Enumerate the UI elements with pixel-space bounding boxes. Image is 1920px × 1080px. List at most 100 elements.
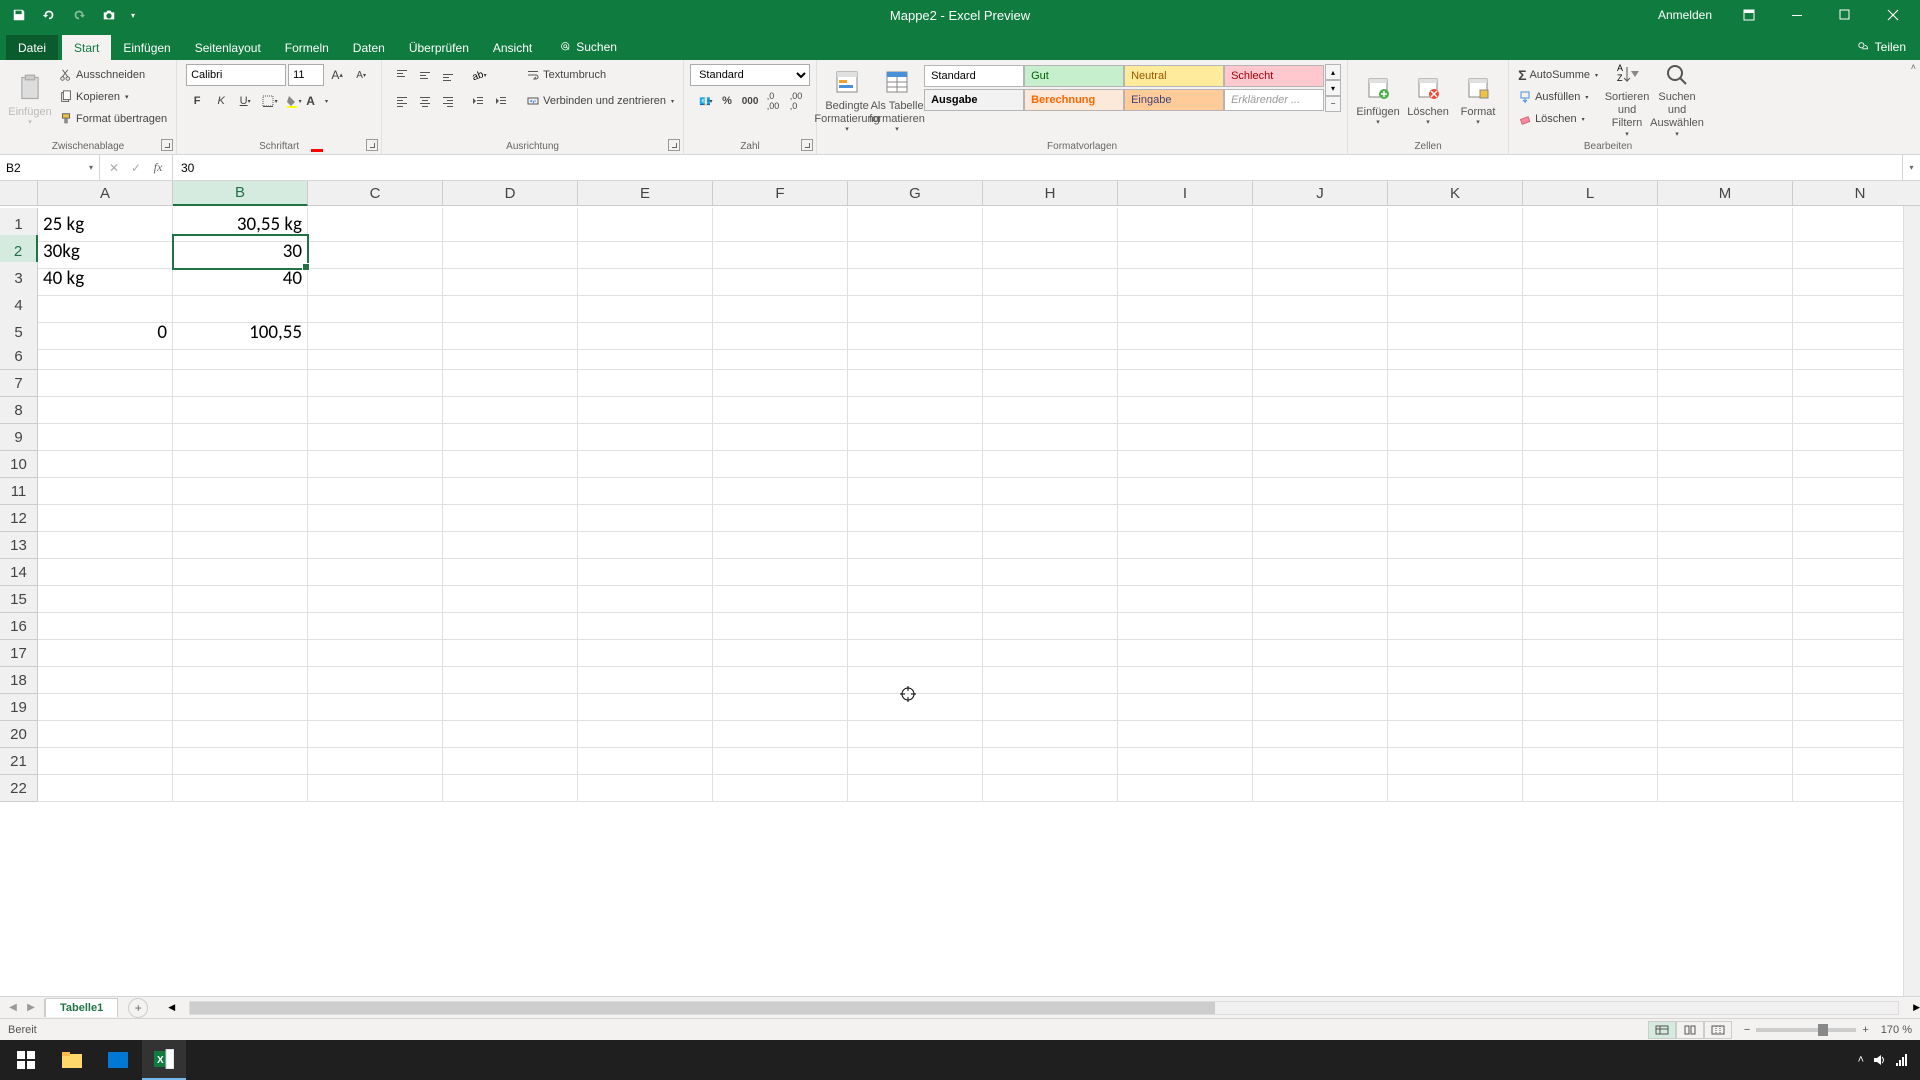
cell[interactable] <box>308 505 443 532</box>
cell[interactable] <box>1793 667 1920 694</box>
cell[interactable]: 30 <box>173 235 308 269</box>
percent-format-icon[interactable]: % <box>716 90 738 112</box>
sort-filter-button[interactable]: AZSortieren und Filtern▾ <box>1603 64 1651 136</box>
save-icon[interactable] <box>6 3 32 27</box>
qat-customize-icon[interactable]: ▾ <box>126 3 140 27</box>
cell[interactable] <box>1658 370 1793 397</box>
cell[interactable] <box>1793 397 1920 424</box>
cell[interactable] <box>578 775 713 802</box>
cell[interactable] <box>1253 505 1388 532</box>
alignment-dialog-launcher[interactable] <box>668 139 680 151</box>
page-break-view-icon[interactable] <box>1704 1021 1732 1039</box>
cell[interactable] <box>1388 775 1523 802</box>
taskbar-app-icon[interactable] <box>96 1040 140 1080</box>
decrease-decimal-icon[interactable]: ,00,0 <box>785 90 807 112</box>
cell[interactable] <box>713 532 848 559</box>
cell[interactable] <box>443 667 578 694</box>
cell[interactable] <box>1523 694 1658 721</box>
cell[interactable] <box>713 775 848 802</box>
tab-datei[interactable]: Datei <box>6 35 58 60</box>
cell[interactable] <box>983 640 1118 667</box>
cell[interactable] <box>1658 667 1793 694</box>
column-header[interactable]: B <box>173 181 308 206</box>
cell[interactable] <box>1388 532 1523 559</box>
cell[interactable] <box>983 343 1118 370</box>
column-header[interactable]: C <box>308 181 443 206</box>
column-header[interactable]: J <box>1253 181 1388 206</box>
cell[interactable] <box>1658 586 1793 613</box>
cell[interactable] <box>308 451 443 478</box>
redo-icon[interactable] <box>66 3 92 27</box>
cell[interactable] <box>713 343 848 370</box>
cell[interactable] <box>1118 721 1253 748</box>
cell[interactable] <box>173 343 308 370</box>
cell[interactable] <box>578 424 713 451</box>
cell[interactable] <box>1118 748 1253 775</box>
sign-in-button[interactable]: Anmelden <box>1646 8 1724 22</box>
cell[interactable] <box>38 397 173 424</box>
cell[interactable] <box>983 505 1118 532</box>
collapse-ribbon-icon[interactable]: ˄ <box>1911 62 1916 72</box>
cell[interactable] <box>1793 559 1920 586</box>
cell[interactable] <box>443 640 578 667</box>
cell[interactable] <box>1253 748 1388 775</box>
tab-start[interactable]: Start <box>62 35 111 60</box>
format-painter-button[interactable]: Format übertragen <box>56 108 170 130</box>
cell[interactable] <box>1658 451 1793 478</box>
cell[interactable] <box>1793 640 1920 667</box>
cell[interactable] <box>983 532 1118 559</box>
column-header[interactable]: D <box>443 181 578 206</box>
cell[interactable] <box>848 613 983 640</box>
tray-chevron-icon[interactable]: ˄ <box>1858 1054 1864 1066</box>
conditional-formatting-button[interactable]: Bedingte Formatierung▾ <box>823 64 871 136</box>
cell[interactable] <box>848 424 983 451</box>
tab-einfuegen[interactable]: Einfügen <box>111 35 182 60</box>
cell[interactable] <box>1118 397 1253 424</box>
cell[interactable] <box>173 721 308 748</box>
volume-icon[interactable] <box>1872 1053 1886 1067</box>
cell[interactable] <box>173 748 308 775</box>
delete-cells-button[interactable]: Löschen▾ <box>1404 64 1452 136</box>
row-header[interactable]: 13 <box>0 532 38 559</box>
cell[interactable] <box>1253 640 1388 667</box>
cell[interactable] <box>1118 424 1253 451</box>
cell[interactable] <box>848 451 983 478</box>
decrease-font-icon[interactable]: A▾ <box>350 64 372 86</box>
cell[interactable] <box>1793 613 1920 640</box>
start-button[interactable] <box>4 1040 48 1080</box>
cell[interactable] <box>1793 694 1920 721</box>
cell[interactable] <box>38 721 173 748</box>
increase-font-icon[interactable]: A▴ <box>326 64 348 86</box>
clipboard-dialog-launcher[interactable] <box>161 139 173 151</box>
cell[interactable] <box>1253 370 1388 397</box>
cell[interactable] <box>578 694 713 721</box>
font-size-input[interactable] <box>288 64 324 86</box>
cell[interactable] <box>308 397 443 424</box>
cell[interactable] <box>848 397 983 424</box>
cell[interactable] <box>308 478 443 505</box>
tab-ueberpruefen[interactable]: Überprüfen <box>397 35 481 60</box>
cell[interactable] <box>1388 397 1523 424</box>
borders-icon[interactable]: ▾ <box>258 90 280 112</box>
cell[interactable] <box>1253 586 1388 613</box>
cell[interactable] <box>308 640 443 667</box>
cell[interactable] <box>308 343 443 370</box>
row-header[interactable]: 16 <box>0 613 38 640</box>
cell[interactable] <box>443 424 578 451</box>
cell[interactable] <box>1118 451 1253 478</box>
styles-scroll-down[interactable]: ▾ <box>1325 80 1341 96</box>
autosum-button[interactable]: ΣAutoSumme▾ <box>1515 64 1601 86</box>
insert-cells-button[interactable]: Einfügen▾ <box>1354 64 1402 136</box>
sheet-nav-next[interactable]: ▶ <box>22 999 40 1017</box>
italic-button[interactable]: K <box>210 90 232 112</box>
tab-daten[interactable]: Daten <box>341 35 397 60</box>
tell-me-search[interactable]: Suchen <box>544 40 625 60</box>
cell[interactable] <box>38 667 173 694</box>
number-format-select[interactable]: Standard <box>690 64 810 86</box>
cell[interactable] <box>1118 370 1253 397</box>
cell[interactable] <box>848 694 983 721</box>
cell[interactable] <box>443 721 578 748</box>
cell[interactable] <box>1118 586 1253 613</box>
cell[interactable] <box>1793 721 1920 748</box>
cell[interactable] <box>173 694 308 721</box>
